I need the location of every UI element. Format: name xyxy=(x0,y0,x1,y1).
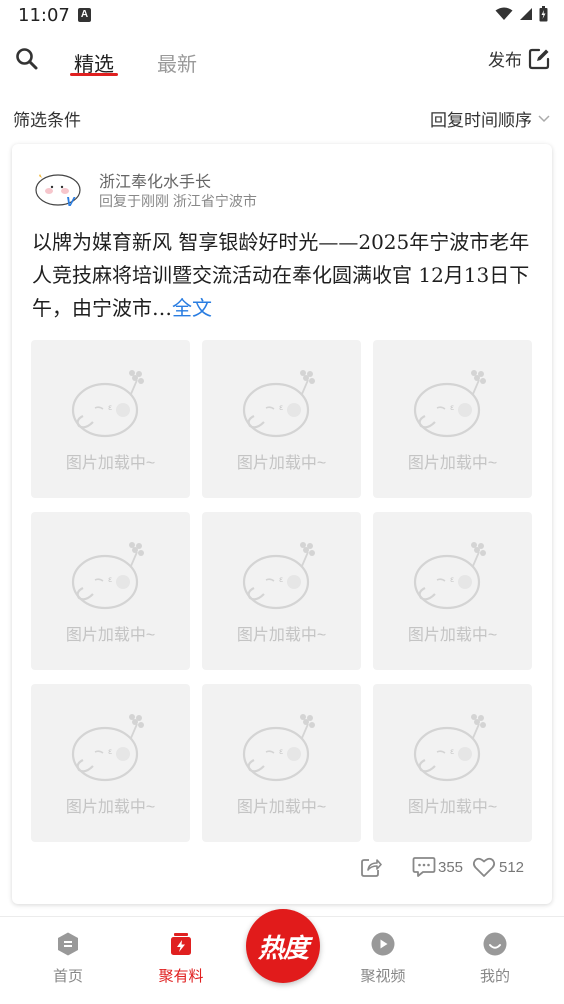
image-placeholder[interactable]: ε 图片加载中~ xyxy=(373,684,532,842)
post-card[interactable]: V 浙江奉化水手长 回复于刚刚 浙江省宁波市 以牌为媒育新风 智享银龄好时光——… xyxy=(12,144,552,904)
publish-button[interactable]: 发布 xyxy=(488,46,550,71)
chevron-down-icon xyxy=(538,114,550,122)
top-nav: 精选 最新 发布 xyxy=(0,32,564,90)
edit-icon xyxy=(528,48,550,69)
notification-a-icon: A xyxy=(78,8,91,22)
tab-latest[interactable]: 最新 xyxy=(157,48,197,77)
image-loading-caption: 图片加载中~ xyxy=(65,627,156,644)
post-actions: 355 512 xyxy=(352,854,542,880)
hot-button[interactable]: 热度 xyxy=(246,909,320,983)
svg-text:ε: ε xyxy=(108,403,112,412)
image-loading-caption: 图片加载中~ xyxy=(236,455,327,472)
image-loading-caption: 图片加载中~ xyxy=(236,627,327,644)
share-icon[interactable] xyxy=(360,856,382,878)
image-placeholder[interactable]: ε 图片加载中~ xyxy=(202,684,361,842)
svg-text:ε: ε xyxy=(108,575,112,584)
post-text[interactable]: 以牌为媒育新风 智享银龄好时光——2025年宁波市老年人竞技麻将培训暨交流活动在… xyxy=(32,226,537,325)
sort-order-select[interactable]: 回复时间顺序 xyxy=(430,106,550,131)
tab-home-label: 首页 xyxy=(52,968,83,985)
status-indicators xyxy=(495,6,548,22)
bolt-card-icon xyxy=(171,933,191,955)
image-placeholder[interactable]: ε 图片加载中~ xyxy=(31,684,190,842)
comment-button[interactable]: 355 xyxy=(412,856,463,878)
sort-order-value: 回复时间顺序 xyxy=(430,111,532,130)
svg-text:ε: ε xyxy=(450,575,454,584)
image-placeholder[interactable]: ε 图片加载中~ xyxy=(373,512,532,670)
status-bar: 11:07 A xyxy=(0,0,564,32)
active-tab-underline xyxy=(70,73,118,76)
tab-home[interactable]: 首页 xyxy=(28,931,108,986)
tab-video[interactable]: 聚视频 xyxy=(343,931,423,986)
image-loading-caption: 图片加载中~ xyxy=(407,799,498,816)
heart-icon xyxy=(472,857,496,877)
comment-icon xyxy=(412,857,436,877)
verified-badge: V xyxy=(66,194,75,209)
svg-text:ε: ε xyxy=(279,575,283,584)
image-loading-caption: 图片加载中~ xyxy=(407,627,498,644)
image-placeholder[interactable]: ε 图片加载中~ xyxy=(31,340,190,498)
svg-text:ε: ε xyxy=(450,747,454,756)
svg-text:ε: ε xyxy=(450,403,454,412)
tab-video-label: 聚视频 xyxy=(360,968,406,985)
hot-button-label: 热度 xyxy=(257,933,309,963)
video-play-icon xyxy=(371,932,395,956)
image-placeholder[interactable]: ε 图片加载中~ xyxy=(373,340,532,498)
image-loading-caption: 图片加载中~ xyxy=(407,455,498,472)
tab-juyouliao-label: 聚有料 xyxy=(158,968,204,985)
svg-text:ε: ε xyxy=(279,403,283,412)
author-name[interactable]: 浙江奉化水手长 xyxy=(99,168,211,192)
post-body: 以牌为媒育新风 智享银龄好时光——2025年宁波市老年人竞技麻将培训暨交流活动在… xyxy=(32,230,530,320)
wifi-icon xyxy=(495,7,513,20)
image-placeholder[interactable]: ε 图片加载中~ xyxy=(202,512,361,670)
like-button[interactable]: 512 xyxy=(472,856,524,878)
image-loading-caption: 图片加载中~ xyxy=(236,799,327,816)
svg-text:ε: ε xyxy=(108,747,112,756)
comment-count: 355 xyxy=(438,858,464,876)
filter-conditions-button[interactable]: 筛选条件 xyxy=(13,106,81,131)
publish-label: 发布 xyxy=(488,51,522,70)
profile-icon xyxy=(483,932,507,956)
tab-juyouliao[interactable]: 聚有料 xyxy=(141,931,221,986)
tab-mine[interactable]: 我的 xyxy=(455,931,535,986)
home-icon xyxy=(58,932,78,956)
signal-icon xyxy=(520,8,532,20)
tab-mine-label: 我的 xyxy=(479,968,510,985)
image-placeholder[interactable]: ε 图片加载中~ xyxy=(202,340,361,498)
filter-bar: 筛选条件 回复时间顺序 xyxy=(0,100,564,134)
status-time: 11:07 xyxy=(18,5,70,26)
image-loading-caption: 图片加载中~ xyxy=(65,455,156,472)
bottom-tab-bar: 首页 聚有料 热度 聚视频 我的 xyxy=(0,909,564,1004)
search-icon[interactable] xyxy=(14,46,40,72)
read-more-link[interactable]: 全文 xyxy=(172,296,212,320)
like-count: 512 xyxy=(499,858,525,876)
battery-icon xyxy=(539,6,548,22)
post-meta: 回复于刚刚 浙江省宁波市 xyxy=(99,193,257,209)
svg-text:ε: ε xyxy=(279,747,283,756)
image-placeholder[interactable]: ε 图片加载中~ xyxy=(31,512,190,670)
image-loading-caption: 图片加载中~ xyxy=(65,799,156,816)
